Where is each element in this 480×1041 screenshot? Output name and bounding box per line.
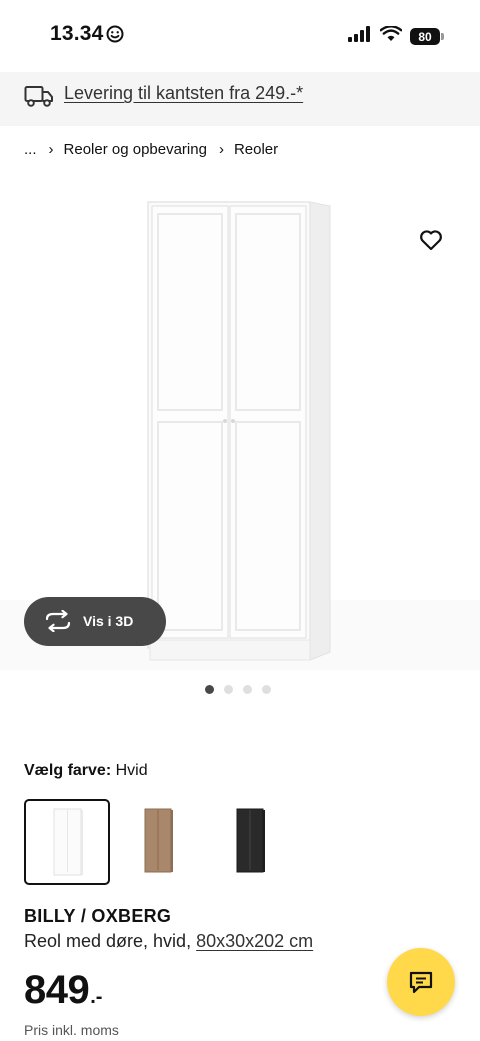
swatch-white[interactable]	[24, 799, 110, 885]
breadcrumb-item[interactable]: Reoler og opbevaring	[64, 141, 207, 158]
selected-color: Hvid	[115, 762, 148, 779]
product-description: Reol med døre, hvid, 80x30x202 cm	[24, 931, 313, 952]
wifi-icon	[379, 25, 403, 47]
carousel-dot[interactable]	[243, 685, 252, 694]
truck-icon	[24, 84, 54, 113]
color-label: Vælg farve: Hvid	[24, 762, 148, 780]
color-swatches	[24, 799, 294, 885]
battery-tip	[441, 33, 444, 40]
swatch-oak[interactable]	[116, 799, 202, 885]
carousel-dot[interactable]	[262, 685, 271, 694]
product-size-link[interactable]: 80x30x202 cm	[196, 931, 313, 951]
product-price: 849 .-	[24, 968, 102, 1013]
color-label-title: Vælg farve:	[24, 762, 112, 779]
breadcrumb: ... › Reoler og opbevaring › Reoler	[24, 141, 278, 158]
view-3d-button[interactable]: Vis i 3D	[24, 597, 166, 646]
heart-icon[interactable]	[418, 227, 444, 253]
carousel-dot[interactable]	[224, 685, 233, 694]
carousel-indicator	[205, 685, 271, 694]
price-value: 849	[24, 968, 90, 1012]
status-bar: 13.34 80	[0, 0, 480, 72]
chevron-right-icon: ›	[218, 141, 224, 158]
breadcrumb-ellipsis[interactable]: ...	[24, 141, 37, 158]
price-suffix: .-	[90, 986, 103, 1008]
carousel-dot-active[interactable]	[205, 685, 214, 694]
signal-icon	[348, 26, 372, 47]
breadcrumb-item[interactable]: Reoler	[234, 141, 278, 158]
chevron-right-icon: ›	[48, 141, 54, 158]
battery-level: 80	[418, 29, 432, 44]
swatch-black[interactable]	[208, 799, 294, 885]
chat-bubble-icon	[409, 971, 433, 994]
product-description-text: Reol med døre, hvid,	[24, 931, 192, 951]
delivery-banner[interactable]: Levering til kantsten fra 249.-*	[0, 72, 480, 126]
status-indicators: 80	[348, 25, 444, 47]
rotate-3d-icon	[44, 609, 72, 637]
view-3d-label: Vis i 3D	[83, 613, 134, 629]
chat-button[interactable]	[387, 948, 455, 1016]
delivery-link[interactable]: Levering til kantsten fra 249.-*	[64, 83, 303, 104]
smiley-face-icon	[106, 25, 124, 48]
product-name: BILLY / OXBERG	[24, 906, 172, 926]
battery-icon: 80	[410, 28, 444, 45]
status-time: 13.34	[50, 22, 104, 45]
price-note: Pris inkl. moms	[24, 1022, 119, 1038]
